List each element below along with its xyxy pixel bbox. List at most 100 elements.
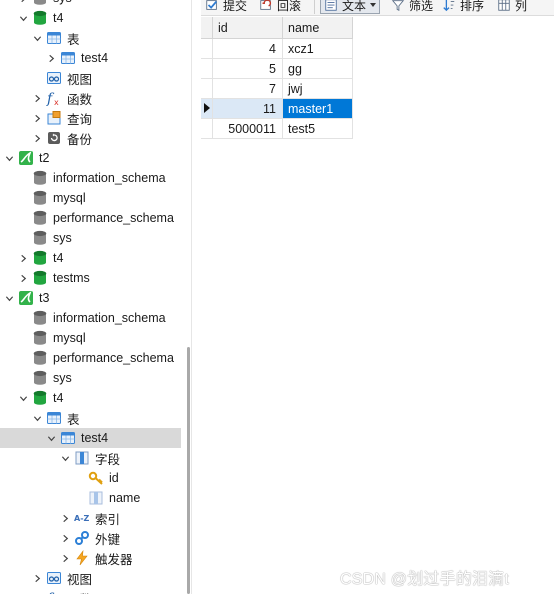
- backup-icon: [46, 130, 62, 146]
- cell-id[interactable]: 5: [213, 59, 283, 79]
- chevron-right-icon[interactable]: [32, 113, 42, 123]
- chevron-right-icon[interactable]: [32, 133, 42, 143]
- tree-item-label: 函数: [67, 589, 92, 594]
- chevron-right-icon[interactable]: [18, 0, 28, 3]
- column-header-id[interactable]: id: [213, 17, 283, 39]
- tree-scrollbar[interactable]: [187, 347, 190, 594]
- tree-item-label: testms: [53, 271, 90, 285]
- fields-icon: [74, 450, 90, 466]
- chevron-down-icon[interactable]: [46, 433, 56, 443]
- grid-corner: [201, 17, 213, 39]
- tree-item-tables[interactable]: 表: [0, 28, 181, 48]
- svg-text:A-Z: A-Z: [74, 514, 90, 523]
- row-indicator[interactable]: [201, 99, 213, 119]
- row-indicator[interactable]: [201, 79, 213, 99]
- mysql-connection-icon: [18, 290, 34, 306]
- chevron-right-icon[interactable]: [32, 573, 42, 583]
- filter-button[interactable]: 筛选: [391, 0, 433, 14]
- chevron-down-icon[interactable]: [370, 3, 377, 7]
- chevron-down-icon[interactable]: [4, 153, 14, 163]
- row-indicator[interactable]: [201, 39, 213, 59]
- tree-item-mysql[interactable]: mysql: [0, 328, 181, 348]
- tree-item-t4[interactable]: t4: [0, 8, 181, 28]
- sort-button[interactable]: 排序: [442, 0, 484, 14]
- tree-item-label: test4: [81, 431, 109, 445]
- table-icon: [60, 430, 76, 446]
- tree-item-id[interactable]: id: [0, 468, 181, 488]
- tree-item-backups[interactable]: 备份: [0, 128, 181, 148]
- cell-name[interactable]: test5: [283, 119, 353, 139]
- tree-item-label: 外键: [95, 532, 121, 547]
- tree-item-triggers[interactable]: 触发器: [0, 548, 181, 568]
- chevron-right-icon[interactable]: [60, 553, 70, 563]
- tree-item-label: sys: [53, 231, 72, 245]
- tree-item-views[interactable]: 视图: [0, 568, 181, 588]
- chevron-down-icon[interactable]: [32, 33, 42, 43]
- chevron-right-icon[interactable]: [18, 273, 28, 283]
- cell-name[interactable]: gg: [283, 59, 353, 79]
- chevron-down-icon[interactable]: [32, 413, 42, 423]
- chevron-down-icon[interactable]: [60, 453, 70, 463]
- chevron-right-icon[interactable]: [60, 533, 70, 543]
- tree-item-sys[interactable]: sys: [0, 368, 181, 388]
- tree-item-t2[interactable]: t2: [0, 148, 181, 168]
- tree-item-functions[interactable]: fx 函数: [0, 588, 181, 594]
- chevron-right-icon[interactable]: [32, 93, 42, 103]
- tree-item-name[interactable]: name: [0, 488, 181, 508]
- svg-text:x: x: [54, 98, 59, 106]
- database-icon-green: [32, 390, 48, 406]
- tree-item-label: information_schema: [53, 171, 166, 185]
- tree-item-t3[interactable]: t3: [0, 288, 181, 308]
- cell-name[interactable]: jwj: [283, 79, 353, 99]
- tree-item-performance-schema[interactable]: performance_schema: [0, 208, 181, 228]
- tree-item-label: test4: [81, 51, 109, 65]
- tree-item-functions[interactable]: fx 函数: [0, 88, 181, 108]
- tree-item-t4[interactable]: t4: [0, 388, 181, 408]
- tree-item-label: 备份: [67, 132, 93, 147]
- tree-item-information-schema[interactable]: information_schema: [0, 168, 181, 188]
- text-view-button[interactable]: 文本: [320, 0, 381, 14]
- chevron-down-icon[interactable]: [18, 393, 28, 403]
- columns-button[interactable]: 列: [497, 0, 527, 14]
- tree-item-views[interactable]: 视图: [0, 68, 181, 88]
- tree-item-label: sys: [53, 371, 72, 385]
- cell-name[interactable]: xcz1: [283, 39, 353, 59]
- rollback-icon: [260, 0, 272, 10]
- tree-item-foreign-keys[interactable]: 外键: [0, 528, 181, 548]
- cell-id[interactable]: 4: [213, 39, 283, 59]
- tree-item-queries[interactable]: 查询: [0, 108, 181, 128]
- tree-item-performance-schema[interactable]: performance_schema: [0, 348, 181, 368]
- tree-item-label: 表: [67, 32, 80, 47]
- tree-item-testms[interactable]: testms: [0, 268, 181, 288]
- tree-item-sys[interactable]: sys: [0, 0, 181, 8]
- tree-item-label: t4: [53, 391, 64, 405]
- tree-item-mysql[interactable]: mysql: [0, 188, 181, 208]
- columns-label: 列: [515, 0, 528, 13]
- tree-item-indexes[interactable]: A-Z 索引: [0, 508, 181, 528]
- column-header-name[interactable]: name: [283, 17, 353, 39]
- chevron-right-icon[interactable]: [18, 253, 28, 263]
- rollback-button[interactable]: 回滚: [259, 0, 301, 14]
- table-icon: [60, 50, 76, 66]
- cell-id[interactable]: 7: [213, 79, 283, 99]
- tree-item-information-schema[interactable]: information_schema: [0, 308, 181, 328]
- chevron-right-icon[interactable]: [46, 53, 56, 63]
- cell-id[interactable]: 5000011: [213, 119, 283, 139]
- tree-item-test4[interactable]: test4: [0, 48, 181, 68]
- row-indicator[interactable]: [201, 119, 213, 139]
- tree-item-fields[interactable]: 字段: [0, 448, 181, 468]
- tree-item-t4[interactable]: t4: [0, 248, 181, 268]
- cell-name[interactable]: master1: [283, 99, 353, 119]
- tree-item-test4[interactable]: test4: [0, 428, 181, 448]
- tree-item-tables[interactable]: 表: [0, 408, 181, 428]
- chevron-right-icon[interactable]: [60, 513, 70, 523]
- tree-item-sys[interactable]: sys: [0, 228, 181, 248]
- sort-label: 排序: [460, 0, 485, 13]
- commit-button[interactable]: 提交: [205, 0, 247, 14]
- row-indicator[interactable]: [201, 59, 213, 79]
- tree-item-label: 字段: [95, 452, 121, 467]
- chevron-down-icon[interactable]: [18, 13, 28, 23]
- cell-id[interactable]: 11: [213, 99, 283, 119]
- chevron-down-icon[interactable]: [4, 293, 14, 303]
